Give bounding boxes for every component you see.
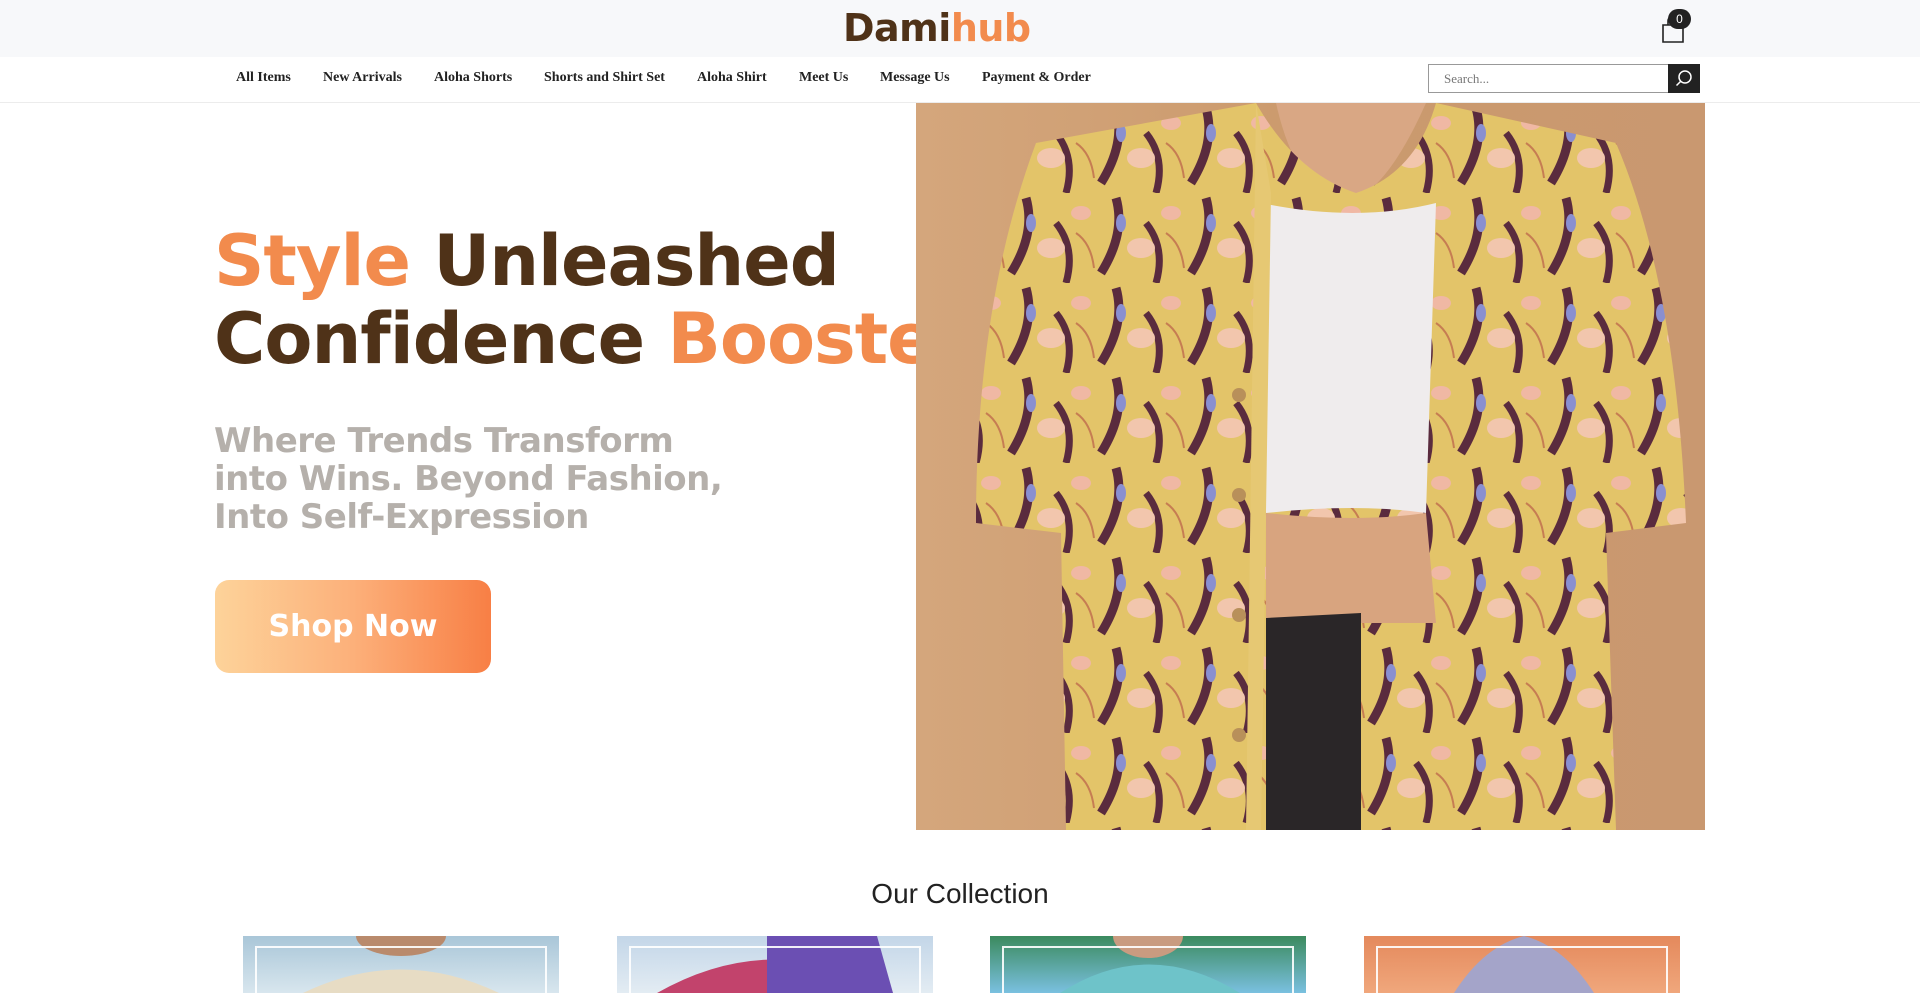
- collection-card[interactable]: [990, 936, 1306, 993]
- collection-card[interactable]: [243, 936, 559, 993]
- cart-count-badge: 0: [1668, 9, 1691, 29]
- site-logo[interactable]: Damihub: [843, 6, 1031, 50]
- logo-text-accent: hub: [950, 6, 1031, 50]
- hero-subtitle: Where Trends Transform into Wins. Beyond…: [214, 421, 723, 537]
- hero-word-confidence: Confidence: [214, 298, 645, 380]
- hero-word-unleashed: Unleashed: [433, 220, 839, 302]
- card-frame: [255, 946, 547, 993]
- search-icon: [1675, 70, 1692, 87]
- nav-item-aloha-shirt[interactable]: Aloha Shirt: [697, 70, 767, 86]
- nav-item-shorts-and-shirt-set[interactable]: Shorts and Shirt Set: [544, 70, 665, 86]
- search-button[interactable]: [1668, 64, 1700, 93]
- collection-card[interactable]: [617, 936, 933, 993]
- card-frame: [1002, 946, 1294, 993]
- search-field: [1428, 64, 1669, 93]
- shop-now-button[interactable]: Shop Now: [215, 580, 491, 673]
- collection-card[interactable]: [1364, 936, 1680, 993]
- hero-image: [916, 103, 1705, 830]
- nav-item-meet-us[interactable]: Meet Us: [799, 70, 848, 86]
- collection-heading: Our Collection: [871, 878, 1049, 909]
- nav-item-aloha-shorts[interactable]: Aloha Shorts: [434, 70, 512, 86]
- nav-item-message-us[interactable]: Message Us: [880, 70, 950, 86]
- hero-word-style: Style: [214, 220, 411, 302]
- logo-text-primary: Dami: [843, 6, 951, 50]
- nav-item-new-arrivals[interactable]: New Arrivals: [323, 70, 402, 86]
- card-frame: [629, 946, 921, 993]
- card-frame: [1376, 946, 1668, 993]
- nav-item-payment-order[interactable]: Payment & Order: [982, 70, 1091, 86]
- search-input[interactable]: [1429, 65, 1668, 92]
- nav-item-all-items[interactable]: All Items: [236, 70, 291, 86]
- hero-headline: Style Unleashed Confidence Boosted: [214, 220, 984, 380]
- hawaiian-shirt-model-image: [916, 103, 1705, 830]
